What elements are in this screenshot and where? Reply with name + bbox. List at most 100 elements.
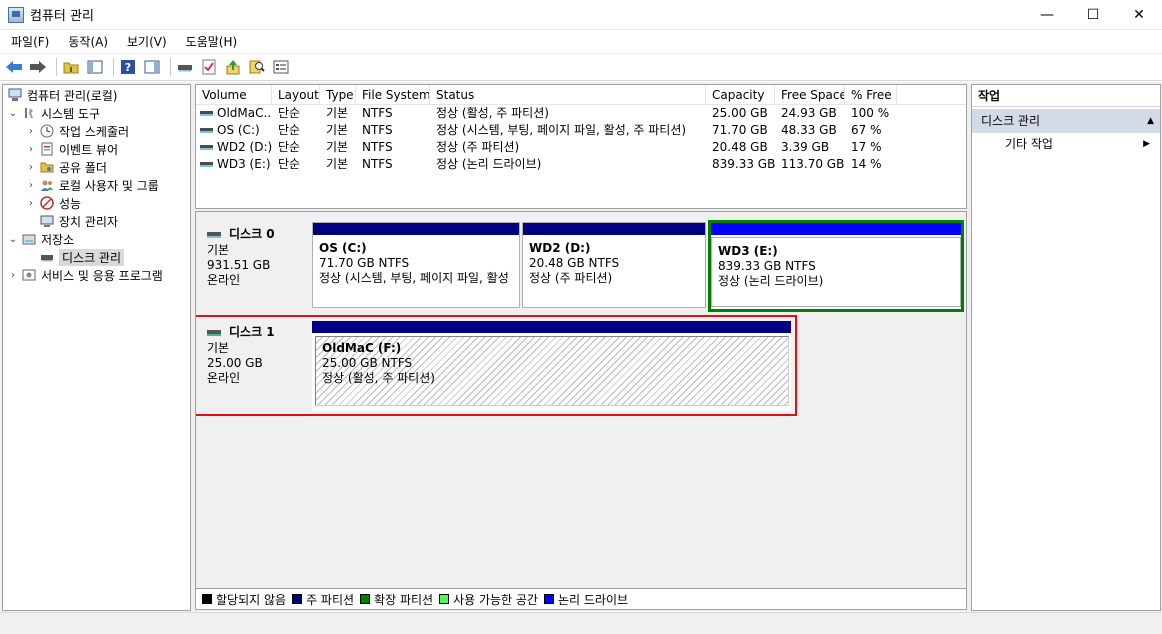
chevron-right-icon[interactable]: › bbox=[25, 180, 37, 191]
toolbar-separator bbox=[170, 58, 171, 76]
tree-item-root[interactable]: 컴퓨터 관리(로컬) bbox=[3, 86, 190, 104]
chevron-right-icon[interactable]: › bbox=[25, 162, 37, 173]
submenu-arrow-icon: ▶ bbox=[1143, 139, 1150, 149]
table-row[interactable]: WD2 (D:) 단순 기본 NTFS 정상 (주 파티션) 20.48 GB 3.39 G… bbox=[196, 139, 966, 156]
logical-drive-bar bbox=[711, 223, 961, 235]
column-header-type[interactable]: Type bbox=[320, 85, 356, 105]
volume-icon bbox=[200, 162, 213, 167]
disk-0-type: 기본 bbox=[207, 243, 230, 257]
checklist-icon[interactable] bbox=[199, 57, 219, 77]
services-icon bbox=[21, 268, 37, 282]
tree-item-disk-management[interactable]: 디스크 관리 bbox=[3, 248, 190, 266]
chevron-right-icon[interactable]: › bbox=[25, 198, 37, 209]
disk-graphical-view[interactable]: 디스크 0 기본 931.51 GB 온라인 OS (C:) 71.70 GB … bbox=[195, 211, 967, 589]
properties-icon[interactable] bbox=[271, 57, 291, 77]
table-row[interactable]: OS (C:) 단순 기본 NTFS 정상 (시스템, 부팅, 페이지 파일, 활성, … bbox=[196, 122, 966, 139]
menu-action[interactable]: 동작(A) bbox=[57, 33, 116, 50]
tree-item-task-scheduler[interactable]: › 작업 스케줄러 bbox=[3, 122, 190, 140]
primary-partition-bar bbox=[312, 321, 791, 333]
tree-item-performance[interactable]: › 성능 bbox=[3, 194, 190, 212]
legend-unallocated: 할당되지 않음 bbox=[202, 591, 286, 608]
column-header-file-system[interactable]: File System bbox=[356, 85, 430, 105]
chevron-right-icon[interactable]: › bbox=[25, 144, 37, 155]
chevron-right-icon[interactable]: › bbox=[25, 126, 37, 137]
device-manager-icon bbox=[39, 214, 55, 228]
tree-item-event-viewer[interactable]: › 이벤트 뷰어 bbox=[3, 140, 190, 158]
storage-icon bbox=[21, 232, 37, 246]
table-cell: 67 % bbox=[845, 122, 897, 139]
column-header-capacity[interactable]: Capacity bbox=[706, 85, 775, 105]
partition-wd2-d[interactable]: WD2 (D:) 20.48 GB NTFS 정상 (주 파티션) bbox=[522, 222, 706, 308]
action-more[interactable]: 기타 작업 ▶ bbox=[972, 133, 1160, 155]
forward-arrow-icon[interactable] bbox=[28, 57, 48, 77]
tree-item-system-tools[interactable]: ⌄ 시스템 도구 bbox=[3, 104, 190, 122]
collapse-up-icon[interactable]: ▲ bbox=[1147, 109, 1154, 133]
maximize-button[interactable]: ☐ bbox=[1070, 0, 1116, 30]
partition-oldmac-f[interactable]: OldMaC (F:) 25.00 GB NTFS 정상 (활성, 주 파티션) bbox=[312, 321, 791, 411]
show-hide-action-pane-icon[interactable] bbox=[142, 57, 162, 77]
disk-0-label[interactable]: 디스크 0 기본 931.51 GB 온라인 bbox=[201, 221, 308, 308]
menu-view[interactable]: 보기(V) bbox=[116, 33, 175, 50]
cell-text: 839.33 GB bbox=[712, 157, 775, 171]
column-header-free-space[interactable]: Free Space bbox=[775, 85, 845, 105]
search-icon[interactable] bbox=[247, 57, 267, 77]
chevron-down-icon[interactable]: ⌄ bbox=[7, 108, 19, 119]
help-icon[interactable]: ? bbox=[118, 57, 138, 77]
connect-drive-icon[interactable] bbox=[175, 57, 195, 77]
cell-text: 단순 bbox=[278, 140, 301, 154]
table-row[interactable]: OldMaC... 단순 기본 NTFS 정상 (활성, 주 파티션) 25.00 GB 2… bbox=[196, 105, 966, 122]
close-button[interactable]: ✕ bbox=[1116, 0, 1162, 30]
table-cell: 정상 (시스템, 부팅, 페이지 파일, 활성, 주 파티션) bbox=[430, 122, 706, 139]
tree-item-storage[interactable]: ⌄ 저장소 bbox=[3, 230, 190, 248]
toolbar-separator bbox=[113, 58, 114, 76]
cell-text: 3.39 GB bbox=[781, 140, 830, 154]
cell-text: 기본 bbox=[326, 106, 349, 120]
tree-label: 저장소 bbox=[41, 232, 75, 247]
back-arrow-icon[interactable] bbox=[4, 57, 24, 77]
primary-partition-bar bbox=[523, 223, 705, 235]
table-cell: 단순 bbox=[272, 105, 320, 122]
navigation-tree[interactable]: 컴퓨터 관리(로컬) ⌄ 시스템 도구 › 작업 스케줄러 › 이벤트 뷰어 ›… bbox=[2, 84, 191, 611]
menu-help[interactable]: 도움말(H) bbox=[175, 33, 246, 50]
table-cell: WD3 (E:) bbox=[196, 156, 272, 173]
column-header-percent-free[interactable]: % Free bbox=[845, 85, 897, 105]
tree-item-services[interactable]: › 서비스 및 응용 프로그램 bbox=[3, 266, 190, 284]
cell-text: 48.33 GB bbox=[781, 123, 837, 137]
tree-item-local-users[interactable]: › 로컬 사용자 및 그룹 bbox=[3, 176, 190, 194]
column-header-volume[interactable]: Volume bbox=[196, 85, 272, 105]
table-row[interactable]: WD3 (E:) 단순 기본 NTFS 정상 (논리 드라이브) 839.33 GB 113… bbox=[196, 156, 966, 173]
minimize-button[interactable]: — bbox=[1024, 0, 1070, 30]
legend-primary: 주 파티션 bbox=[292, 591, 354, 608]
chevron-right-icon[interactable]: › bbox=[7, 270, 19, 281]
actions-section-disk-management[interactable]: 디스크 관리 ▲ bbox=[972, 109, 1160, 133]
disk-1-label[interactable]: 디스크 1 기본 25.00 GB 온라인 bbox=[201, 319, 308, 410]
tree-label: 이벤트 뷰어 bbox=[59, 142, 119, 157]
export-icon[interactable] bbox=[223, 57, 243, 77]
cell-text: 기본 bbox=[326, 123, 349, 137]
show-hide-tree-icon[interactable] bbox=[85, 57, 105, 77]
cell-text: 14 % bbox=[851, 157, 882, 171]
window-title: 컴퓨터 관리 bbox=[30, 9, 94, 24]
volume-list[interactable]: Volume Layout Type File System Status Ca… bbox=[195, 84, 967, 209]
column-header-status[interactable]: Status bbox=[430, 85, 706, 105]
table-cell: 20.48 GB bbox=[706, 139, 775, 156]
column-header-layout[interactable]: Layout bbox=[272, 85, 320, 105]
tree-item-device-manager[interactable]: 장치 관리자 bbox=[3, 212, 190, 230]
performance-icon bbox=[39, 196, 55, 210]
disk-1-state: 온라인 bbox=[207, 371, 241, 385]
menu-file[interactable]: 파일(F) bbox=[0, 33, 57, 50]
partition-wd3-e[interactable]: WD3 (E:) 839.33 GB NTFS 정상 (논리 드라이브) bbox=[708, 220, 964, 312]
volume-icon bbox=[200, 128, 213, 133]
tree-item-shared-folders[interactable]: › 공유 폴더 bbox=[3, 158, 190, 176]
cell-text: 113.70 GB bbox=[781, 157, 845, 171]
tree-label: 공유 폴더 bbox=[59, 160, 107, 175]
up-folder-icon[interactable] bbox=[61, 57, 81, 77]
chevron-down-icon[interactable]: ⌄ bbox=[7, 234, 19, 245]
cell-text: NTFS bbox=[362, 140, 393, 154]
toolbar: ? bbox=[0, 53, 1162, 81]
partition-status: 정상 (활성, 주 파티션) bbox=[322, 371, 435, 385]
computer-management-icon bbox=[8, 6, 24, 23]
legend-swatch bbox=[292, 594, 303, 604]
partition-size: 839.33 GB NTFS bbox=[718, 259, 816, 273]
partition-os-c[interactable]: OS (C:) 71.70 GB NTFS 정상 (시스템, 부팅, 페이지 파… bbox=[312, 222, 520, 308]
